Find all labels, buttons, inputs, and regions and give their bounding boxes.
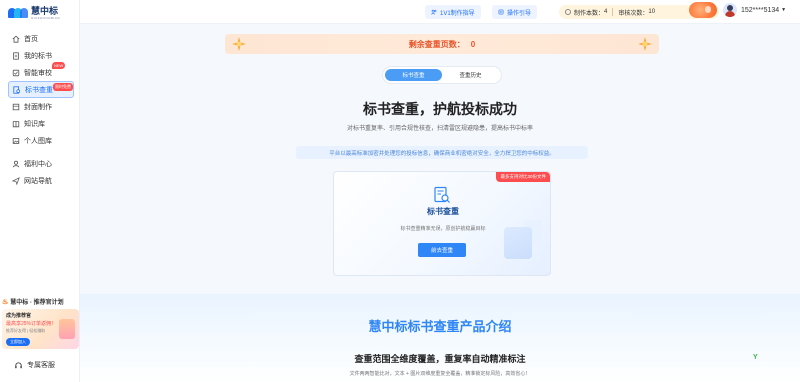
chat-icon[interactable]: Y <box>753 354 761 362</box>
fire-icon: ♨ <box>2 298 9 306</box>
duplicate-check-card: 最多支持对比30份文件 标书查重 标书查重精准无误，原创护航稳赢目标 前去查重 <box>333 171 551 276</box>
sparkle-icon <box>232 37 246 51</box>
chevron-down-icon: ▼ <box>781 7 787 13</box>
promo-line1: 成为推荐官 <box>6 313 32 319</box>
sidebar-item-label: 首页 <box>24 35 38 43</box>
sidebar-item-label: 标书查重 <box>25 86 53 94</box>
intro-description: 文件两两智能比对，文本 + 图片双维度重复全覆盖，精准锁定标风险，高效省心！ <box>349 371 531 377</box>
avatar <box>723 3 737 17</box>
sidebar-item-cover[interactable]: 封面制作 <box>0 98 80 115</box>
image-icon <box>12 137 20 145</box>
user-icon <box>12 160 20 168</box>
users-icon <box>431 9 437 15</box>
brand-tagline: HUIZHONGBIAO <box>31 15 61 20</box>
user-menu[interactable]: 152****5134 ▼ <box>723 3 786 17</box>
review-icon <box>12 69 20 77</box>
sidebar-item-home[interactable]: 首页 <box>0 30 80 47</box>
promo-title: 慧中标 · 推荐官计划 <box>10 300 64 306</box>
page-subtitle: 对标书重复率、引用合规性核查，扫清雷区规避隐患，提高标书中标率 <box>346 126 533 132</box>
logo-icon <box>8 7 28 19</box>
file-limit-ribbon: 最多支持对比30份文件 <box>496 172 550 182</box>
make-count-label: 制作本数： <box>574 10 605 17</box>
sidebar-item-site-nav[interactable]: 网站导航 <box>0 172 80 189</box>
sidebar-menu: 首页 我的标书 智能审校 NEW 标书查重 限时免费 封面制作 知识库 个人图库 <box>0 30 80 189</box>
start-check-button[interactable]: 前去查重 <box>418 243 466 257</box>
intro-title: 慧中标标书查重产品介绍 <box>368 319 512 334</box>
operation-label: 操作引导 <box>507 10 532 17</box>
intro-subtitle: 查重范围全维度覆盖，重复率自动精准标注 <box>354 354 526 364</box>
book-icon <box>12 120 20 128</box>
home-icon <box>12 35 20 43</box>
sidebar-item-label: 福利中心 <box>24 160 52 168</box>
sidebar: 慧中标 HUIZHONGBIAO 首页 我的标书 智能审校 NEW 标书查重 限… <box>0 0 80 382</box>
referral-promo: ♨ 慧中标 · 推荐官计划 成为推荐官 最高享25%订单返佣！ 推荐好友得 | 轻… <box>2 297 79 349</box>
remaining-pages-banner: 剩余查重页数： 0 <box>225 34 659 54</box>
review-count-label: 审核次数： <box>618 10 649 17</box>
usage-counts: 制作本数： 4 审核次数： 10 <box>559 2 719 19</box>
clock-icon <box>565 9 571 15</box>
sidebar-item-label: 个人图库 <box>24 137 52 145</box>
cover-icon <box>12 103 20 111</box>
check-tabs: 标书查重 查重历史 <box>383 67 501 83</box>
file-icon <box>12 51 20 60</box>
main-content: 剩余查重页数： 0 标书查重 查重历史 标书查重，护航投标成功 对标书重复率、引… <box>80 24 800 382</box>
remain-value: 0 <box>470 39 476 49</box>
promo-join-button[interactable]: 立即加入 <box>6 338 30 346</box>
sidebar-item-label: 我的标书 <box>24 52 52 60</box>
sidebar-item-label: 智能审校 <box>24 69 52 77</box>
customer-service-link[interactable]: 专属客服 <box>14 360 55 370</box>
guide-button[interactable]: 1V1制作指导 <box>425 5 481 19</box>
search-doc-icon <box>13 85 21 94</box>
top-bar: 1V1制作指导 操作引导 制作本数： 4 审核次数： 10 152****513… <box>80 0 800 24</box>
tab-duplicate-check[interactable]: 标书查重 <box>385 69 442 81</box>
sidebar-item-gallery[interactable]: 个人图库 <box>0 132 80 149</box>
brand-logo[interactable]: 慧中标 HUIZHONGBIAO <box>8 4 74 22</box>
free-badge: 限时免费 <box>53 83 73 91</box>
product-intro-section: 慧中标标书查重产品介绍 查重范围全维度覆盖，重复率自动精准标注 文件两两智能比对… <box>80 294 800 382</box>
review-count-value: 10 <box>648 9 656 15</box>
headset-icon <box>15 361 22 368</box>
security-notice: 平台以最高标准加密并处理您的投标信息，确保商业机密绝对安全，全力捍卫您的中标权益… <box>296 146 588 159</box>
card-title: 标书查重 <box>427 207 459 216</box>
sidebar-item-label: 网站导航 <box>24 177 52 185</box>
sidebar-item-label: 知识库 <box>24 120 45 128</box>
brand-name: 慧中标 <box>31 5 59 16</box>
guide-label: 1V1制作指导 <box>440 10 475 17</box>
sidebar-item-smart-review[interactable]: 智能审校 NEW <box>0 62 80 81</box>
document-search-icon <box>434 186 450 203</box>
new-badge: NEW <box>52 62 66 69</box>
recharge-button[interactable] <box>689 2 717 18</box>
sidebar-item-my-bids[interactable]: 我的标书 <box>0 47 80 64</box>
operation-guide-button[interactable]: 操作引导 <box>492 5 538 19</box>
user-phone: 152****5134 <box>741 6 780 14</box>
promo-card[interactable]: 成为推荐官 最高享25%订单返佣！ 推荐好友得 | 轻松赚取 立即加入 <box>2 309 79 349</box>
send-icon <box>12 176 20 185</box>
make-count-value: 4 <box>604 9 608 15</box>
tab-check-history[interactable]: 查重历史 <box>442 69 499 81</box>
card-illustration <box>504 227 532 259</box>
guide-icon <box>498 9 504 15</box>
sidebar-item-duplicate-check[interactable]: 标书查重 限时免费 <box>8 81 74 98</box>
sidebar-item-knowledge[interactable]: 知识库 <box>0 115 80 132</box>
sparkle-icon <box>638 37 652 51</box>
service-label: 专属客服 <box>27 362 55 369</box>
remain-label: 剩余查重页数： <box>408 39 465 49</box>
page-title: 标书查重，护航投标成功 <box>363 101 517 117</box>
sidebar-item-label: 封面制作 <box>24 103 52 111</box>
sidebar-item-welfare[interactable]: 福利中心 <box>0 155 80 172</box>
promo-illustration <box>59 319 75 339</box>
